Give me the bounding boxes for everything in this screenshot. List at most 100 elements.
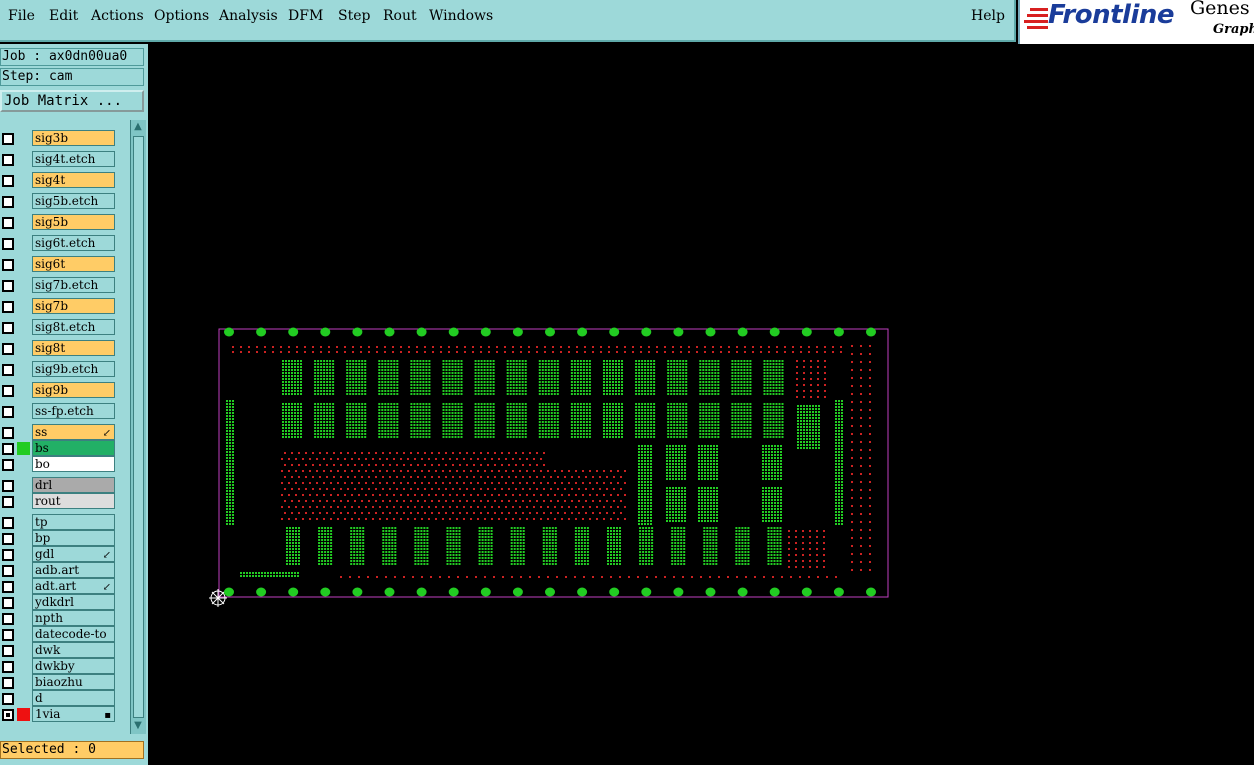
menu-file[interactable]: File [8, 8, 35, 24]
layer-row-datecode-to[interactable]: datecode-to [0, 626, 118, 642]
layer-name[interactable]: bs [32, 440, 115, 456]
layer-checkbox[interactable] [2, 175, 14, 187]
layer-name[interactable]: ss-fp.etch [32, 403, 115, 419]
menu-windows[interactable]: Windows [429, 8, 493, 24]
layer-checkbox[interactable] [2, 517, 14, 529]
layer-checkbox[interactable] [2, 565, 14, 577]
layer-row-sig3b[interactable]: sig3b [0, 130, 118, 146]
layer-row-bs[interactable]: bs [0, 440, 118, 456]
layer-row-sig6t.etch[interactable]: sig6t.etch [0, 235, 118, 251]
layer-checkbox[interactable] [2, 427, 14, 439]
layer-row-sig8t[interactable]: sig8t [0, 340, 118, 356]
layer-row-d[interactable]: d [0, 690, 118, 706]
job-matrix-button[interactable]: Job Matrix ... [0, 90, 144, 112]
layer-row-sig9b.etch[interactable]: sig9b.etch [0, 361, 118, 377]
layer-name[interactable]: npth [32, 610, 115, 626]
layer-row-gdl[interactable]: gdl ↙ [0, 546, 118, 562]
menu-help[interactable]: Help [971, 8, 1005, 24]
layer-checkbox[interactable] [2, 196, 14, 208]
layer-row-sig4t[interactable]: sig4t [0, 172, 118, 188]
layer-checkbox[interactable] [2, 301, 14, 313]
layer-checkbox[interactable] [2, 661, 14, 673]
layer-name[interactable]: dwkby [32, 658, 115, 674]
layer-checkbox[interactable] [2, 238, 14, 250]
layer-name[interactable]: datecode-to [32, 626, 115, 642]
layer-name[interactable]: drl [32, 477, 115, 493]
layer-checkbox[interactable] [2, 645, 14, 657]
layer-name[interactable]: sig5b [32, 214, 115, 230]
layer-name[interactable]: dwk [32, 642, 115, 658]
layer-checkbox[interactable] [2, 549, 14, 561]
layer-checkbox[interactable] [2, 259, 14, 271]
menu-dfm[interactable]: DFM [288, 8, 323, 24]
layer-checkbox[interactable] [2, 459, 14, 471]
layer-name[interactable]: sig4t.etch [32, 151, 115, 167]
layer-checkbox[interactable] [2, 693, 14, 705]
layer-row-rout[interactable]: rout [0, 493, 118, 509]
graphics-canvas[interactable] [148, 44, 1254, 765]
layer-name[interactable]: bo [32, 456, 115, 472]
layer-row-bp[interactable]: bp [0, 530, 118, 546]
layer-name[interactable]: 1via ▪ [32, 706, 115, 722]
layer-name[interactable]: sig3b [32, 130, 115, 146]
menu-analysis[interactable]: Analysis [219, 8, 278, 24]
menu-actions[interactable]: Actions [91, 8, 144, 24]
layer-row-sig9b[interactable]: sig9b [0, 382, 118, 398]
layer-row-sig5b.etch[interactable]: sig5b.etch [0, 193, 118, 209]
layer-row-sig4t.etch[interactable]: sig4t.etch [0, 151, 118, 167]
layer-name[interactable]: sig8t.etch [32, 319, 115, 335]
layer-checkbox[interactable] [2, 597, 14, 609]
layer-name[interactable]: sig6t [32, 256, 115, 272]
layer-name[interactable]: d [32, 690, 115, 706]
layer-row-1via[interactable]: 1via ▪ [0, 706, 118, 722]
layer-checkbox[interactable] [2, 581, 14, 593]
layer-row-ydkdrl[interactable]: ydkdrl [0, 594, 118, 610]
layer-row-bo[interactable]: bo [0, 456, 118, 472]
layer-name[interactable]: tp [32, 514, 115, 530]
menu-edit[interactable]: Edit [49, 8, 78, 24]
layer-row-sig5b[interactable]: sig5b [0, 214, 118, 230]
layer-checkbox[interactable] [2, 406, 14, 418]
layer-name[interactable]: sig5b.etch [32, 193, 115, 209]
layer-row-sig8t.etch[interactable]: sig8t.etch [0, 319, 118, 335]
layer-row-dwk[interactable]: dwk [0, 642, 118, 658]
layer-checkbox[interactable] [2, 322, 14, 334]
layer-checkbox[interactable] [2, 496, 14, 508]
layer-checkbox[interactable] [2, 480, 14, 492]
layer-checkbox[interactable] [2, 629, 14, 641]
layer-row-sig6t[interactable]: sig6t [0, 256, 118, 272]
scroll-down-icon[interactable]: ▼ [132, 720, 144, 732]
layer-name[interactable]: ss ↙ [32, 424, 115, 440]
layer-name[interactable]: sig7b.etch [32, 277, 115, 293]
layer-name[interactable]: sig9b.etch [32, 361, 115, 377]
layer-name[interactable]: sig7b [32, 298, 115, 314]
layer-checkbox[interactable] [2, 677, 14, 689]
menu-step[interactable]: Step [338, 8, 370, 24]
layer-checkbox[interactable] [2, 133, 14, 145]
layer-checkbox[interactable] [2, 443, 14, 455]
layer-name[interactable]: biaozhu [32, 674, 115, 690]
layer-scrollbar[interactable]: ▲ ▼ [130, 120, 146, 734]
layer-row-adb.art[interactable]: adb.art [0, 562, 118, 578]
layer-row-npth[interactable]: npth [0, 610, 118, 626]
layer-name[interactable]: sig6t.etch [32, 235, 115, 251]
layer-name[interactable]: rout [32, 493, 115, 509]
layer-name[interactable]: sig4t [32, 172, 115, 188]
layer-row-biaozhu[interactable]: biaozhu [0, 674, 118, 690]
layer-row-dwkby[interactable]: dwkby [0, 658, 118, 674]
layer-checkbox[interactable] [2, 280, 14, 292]
layer-row-ss-fp.etch[interactable]: ss-fp.etch [0, 403, 118, 419]
layer-checkbox[interactable] [2, 613, 14, 625]
layer-checkbox[interactable] [2, 364, 14, 376]
layer-checkbox[interactable] [2, 709, 14, 721]
layer-name[interactable]: gdl ↙ [32, 546, 115, 562]
layer-checkbox[interactable] [2, 533, 14, 545]
menu-options[interactable]: Options [154, 8, 209, 24]
scroll-thumb[interactable] [133, 136, 144, 718]
layer-row-sig7b[interactable]: sig7b [0, 298, 118, 314]
layer-row-adt.art[interactable]: adt.art ↙ [0, 578, 118, 594]
menu-rout[interactable]: Rout [383, 8, 417, 24]
layer-name[interactable]: sig9b [32, 382, 115, 398]
layer-checkbox[interactable] [2, 343, 14, 355]
layer-name[interactable]: ydkdrl [32, 594, 115, 610]
